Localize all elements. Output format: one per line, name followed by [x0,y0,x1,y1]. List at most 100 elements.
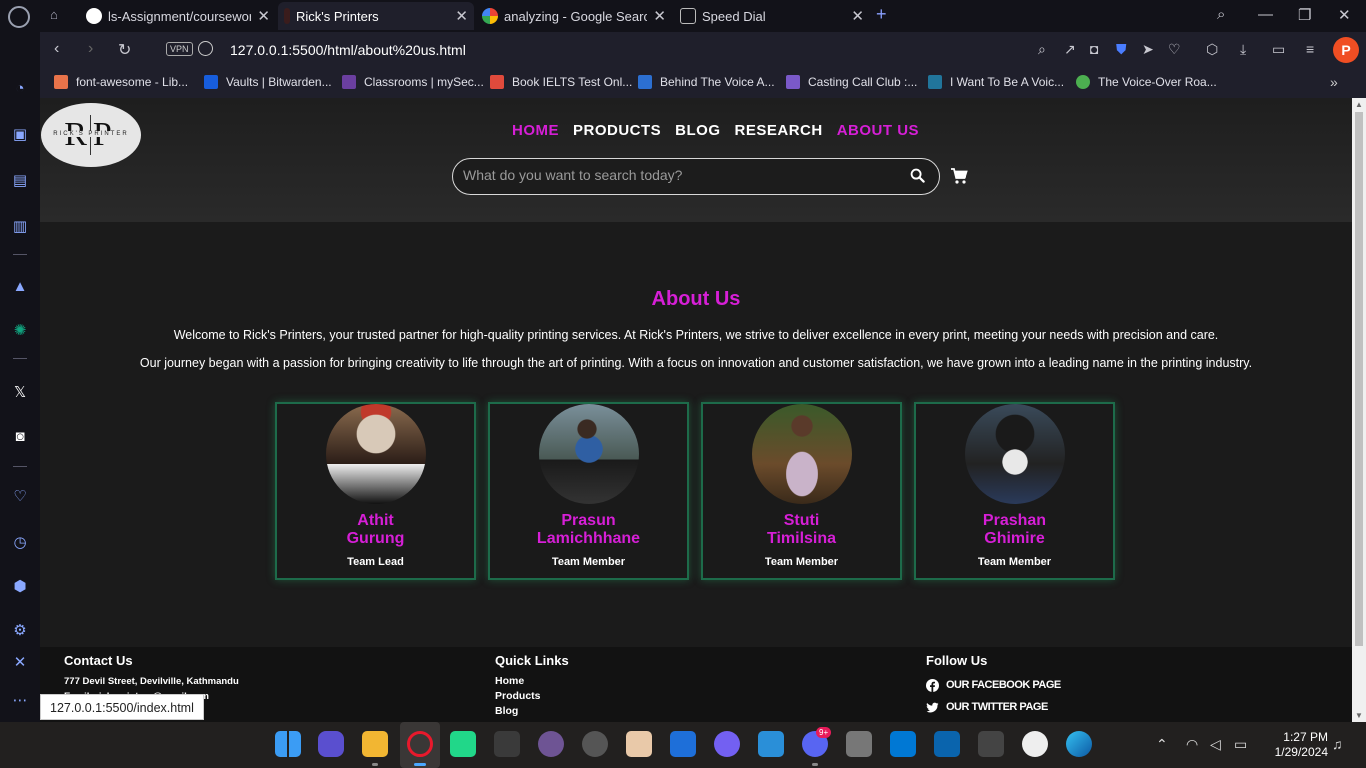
extensions-icon[interactable]: ▥ [11,218,29,236]
windows-start-icon[interactable] [275,731,301,757]
close-tab-icon[interactable]: ✕ [653,7,666,25]
nav-research[interactable]: RESEARCH [735,122,823,139]
heart-icon[interactable]: ♡ [1168,41,1181,58]
virtualbox-icon[interactable] [758,731,784,757]
minimize-icon[interactable]: — [1258,6,1273,23]
bookmark-item[interactable]: Book IELTS Test Onl... [490,75,632,89]
easy-setup-icon[interactable]: ≡ [1306,41,1314,57]
edge-icon[interactable] [1066,731,1092,757]
page-scrollbar[interactable]: ▲ ▼ [1352,98,1366,722]
google-icon [482,8,498,24]
speed-dial-sidebar-icon[interactable]: ◔ [11,80,29,98]
settings-icon[interactable]: ⚙ [11,622,29,640]
obs-icon[interactable] [582,731,608,757]
url-field[interactable]: 127.0.0.1:5500/html/about%20us.html [230,42,466,58]
nav-blog[interactable]: BLOG [675,122,720,139]
opera-browser-icon[interactable] [407,731,433,757]
site-logo[interactable]: RP RICK'S PRINTER [41,103,141,167]
reload-icon[interactable]: ↻ [118,40,131,60]
restore-icon[interactable]: ❐ [1298,6,1311,24]
emoji-app-icon[interactable] [1022,731,1048,757]
bookmark-item[interactable]: font-awesome - Lib... [54,75,188,89]
back-icon[interactable]: ‹ [54,40,59,58]
notification-bell-icon[interactable]: ♫ [1332,736,1343,752]
bookmark-item[interactable]: Casting Call Club :... [786,75,917,89]
battery-icon[interactable]: ▭ [1234,736,1247,753]
chatgpt-icon[interactable]: ✺ [11,322,29,340]
forward-icon[interactable]: › [88,40,93,58]
nav-products[interactable]: PRODUCTS [573,122,661,139]
search-icon[interactable] [910,168,925,183]
close-tab-icon[interactable]: ✕ [257,7,270,25]
site-footer: Contact Us 777 Devil Street, Devilville,… [40,647,1352,722]
twitter-link[interactable]: OUR TWITTER PAGE [926,696,1061,718]
close-tab-icon[interactable]: ✕ [455,7,468,25]
vpn-badge[interactable]: VPN [166,42,193,56]
workspaces-icon[interactable]: ▣ [11,126,29,144]
github-desktop-icon[interactable] [538,731,564,757]
tab-search-icon[interactable]: ⌕ [1217,6,1225,23]
bookmark-item[interactable]: I Want To Be A Voic... [928,75,1064,89]
cart-icon[interactable] [950,167,968,185]
more-icon[interactable]: ⋯ [11,692,29,710]
tab-coursework[interactable]: ls-Assignment/coursework/ ✕ [80,2,276,30]
tab-speed-dial[interactable]: Speed Dial ✕ [674,2,870,30]
aria-icon[interactable]: ▲ [11,278,29,296]
audio-editor-icon[interactable] [978,731,1004,757]
facebook-link[interactable]: OUR FACEBOOK PAGE [926,674,1061,696]
adblock-shield-icon[interactable]: ⛊ [1116,41,1127,58]
footer-link-products[interactable]: Products [495,689,569,704]
site-info-icon[interactable] [198,41,213,56]
nav-home[interactable]: HOME [512,122,559,139]
tab-google-search[interactable]: analyzing - Google Search ✕ [476,2,672,30]
send-icon[interactable]: ➤ [1142,41,1154,58]
pycharm-icon[interactable] [450,731,476,757]
tab-ricks-printers[interactable]: Rick's Printers ✕ [278,2,474,30]
more-bookmarks-icon[interactable]: » [1330,74,1338,90]
scroll-up-icon[interactable]: ▲ [1355,100,1363,109]
outlook-icon[interactable] [934,731,960,757]
file-explorer-icon[interactable] [362,731,388,757]
close-window-icon[interactable]: ✕ [1338,6,1351,24]
volume-icon[interactable]: ◁ [1210,736,1221,753]
discord-icon[interactable]: ◙ [11,428,29,446]
new-tab-icon[interactable]: + [876,4,887,25]
pin-tool-icon[interactable]: ✕ [11,654,29,672]
scroll-down-icon[interactable]: ▼ [1355,711,1363,720]
system-clock[interactable]: 1:27 PM 1/29/2024 [1262,730,1328,760]
close-tab-icon[interactable]: ✕ [851,7,864,25]
bookmark-item[interactable]: Classrooms | mySec... [342,75,484,89]
nav-about-us[interactable]: ABOUT US [837,122,919,139]
mouse-app-icon[interactable] [494,731,520,757]
anime-app-icon[interactable] [626,731,652,757]
workspace-icon[interactable]: ⌂ [50,7,68,25]
extensions-cube-icon[interactable]: ⬡ [1206,41,1218,58]
search-input[interactable] [463,167,893,183]
footer-link-blog[interactable]: Blog [495,704,569,719]
history-icon[interactable]: ◷ [11,534,29,552]
vscode-icon[interactable] [890,731,916,757]
bookmark-item[interactable]: Vaults | Bitwarden... [204,75,332,89]
share-icon[interactable]: ↗ [1064,41,1076,58]
microphone-app-icon[interactable] [846,731,872,757]
find-icon[interactable]: ⌕ [1038,41,1046,58]
viber-icon[interactable] [714,731,740,757]
footer-link-home[interactable]: Home [495,674,569,689]
bookmarks-heart-icon[interactable]: ♡ [11,488,29,506]
battery-saver-icon[interactable]: ▭ [1272,41,1285,58]
gamebar-icon[interactable] [318,731,344,757]
download-icon[interactable]: ⤓ [1240,41,1246,58]
wifi-icon[interactable]: ◠ [1186,736,1198,753]
windows-taskbar: 9+ ⌃ ◠ ◁ ▭ 1:27 PM 1/29/2024 ♫ [0,722,1366,768]
scrollbar-thumb[interactable] [1355,112,1363,646]
twitch-icon[interactable]: ▤ [11,172,29,190]
snapshot-icon[interactable]: ◘ [1090,41,1098,57]
x-twitter-icon[interactable]: 𝕏 [11,384,29,402]
cube-icon[interactable]: ⬢ [11,578,29,596]
tray-overflow-icon[interactable]: ⌃ [1156,736,1168,753]
opera-menu-icon[interactable] [8,6,30,28]
news-app-icon[interactable] [670,731,696,757]
profile-avatar[interactable]: P [1333,37,1359,63]
bookmark-item[interactable]: The Voice-Over Roa... [1076,75,1217,89]
bookmark-item[interactable]: Behind The Voice A... [638,75,775,89]
